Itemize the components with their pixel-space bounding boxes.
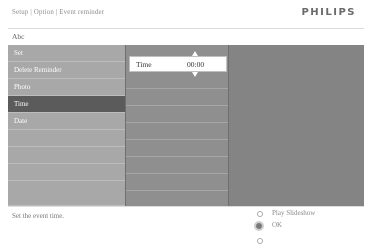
status-bar: Set the event time. Play Slideshow OK: [8, 206, 364, 250]
menu-item-label: Set: [14, 49, 23, 57]
menu-item-label: Photo: [14, 83, 31, 91]
menu-item-label: Time: [14, 100, 29, 108]
nav-up-icon[interactable]: [257, 211, 263, 217]
submenu-row: [126, 174, 228, 191]
event-reminder-screen: Setup | Option | Event reminder PHILIPS …: [0, 0, 374, 249]
title-bar: Abc: [8, 28, 364, 46]
submenu-row: [126, 106, 228, 123]
nav-down-icon[interactable]: [257, 238, 263, 244]
page-title: Abc: [12, 32, 25, 41]
menu-item-empty: [8, 147, 125, 164]
navigation-pad: Play Slideshow OK: [248, 208, 358, 248]
hint-text: Set the event time.: [12, 212, 65, 220]
submenu-row: [126, 140, 228, 157]
submenu-row: [126, 72, 228, 89]
breadcrumb: Setup | Option | Event reminder: [12, 9, 105, 16]
header-bar: Setup | Option | Event reminder PHILIPS: [8, 0, 364, 28]
menu-item-label: Delete Reminder: [14, 66, 62, 74]
menu-item-set[interactable]: Set: [8, 45, 125, 62]
menu-item-empty: [8, 130, 125, 147]
time-field-label: Time: [136, 60, 152, 69]
menu-item-empty: [8, 181, 125, 206]
menu-column: Set Delete Reminder Photo Time Date: [8, 45, 125, 206]
spin-up-icon[interactable]: [192, 51, 198, 56]
menu-item-photo[interactable]: Photo: [8, 79, 125, 96]
ok-label: OK: [272, 221, 283, 229]
ok-button-icon[interactable]: [254, 221, 264, 231]
time-field-value: 00:00: [187, 60, 205, 69]
menu-item-empty: [8, 164, 125, 181]
menu-item-label: Date: [14, 117, 28, 125]
submenu-row: [126, 89, 228, 106]
spin-down-icon[interactable]: [192, 72, 198, 77]
menu-item-time[interactable]: Time: [8, 96, 125, 113]
submenu-row: [126, 157, 228, 174]
menu-panel: Set Delete Reminder Photo Time Date Time…: [8, 45, 364, 206]
menu-item-date[interactable]: Date: [8, 113, 125, 130]
menu-item-delete-reminder[interactable]: Delete Reminder: [8, 62, 125, 79]
play-slideshow-label: Play Slideshow: [272, 209, 316, 217]
brand-logo: PHILIPS: [301, 7, 356, 18]
submenu-row: [126, 123, 228, 140]
time-input[interactable]: Time 00:00: [129, 51, 227, 77]
